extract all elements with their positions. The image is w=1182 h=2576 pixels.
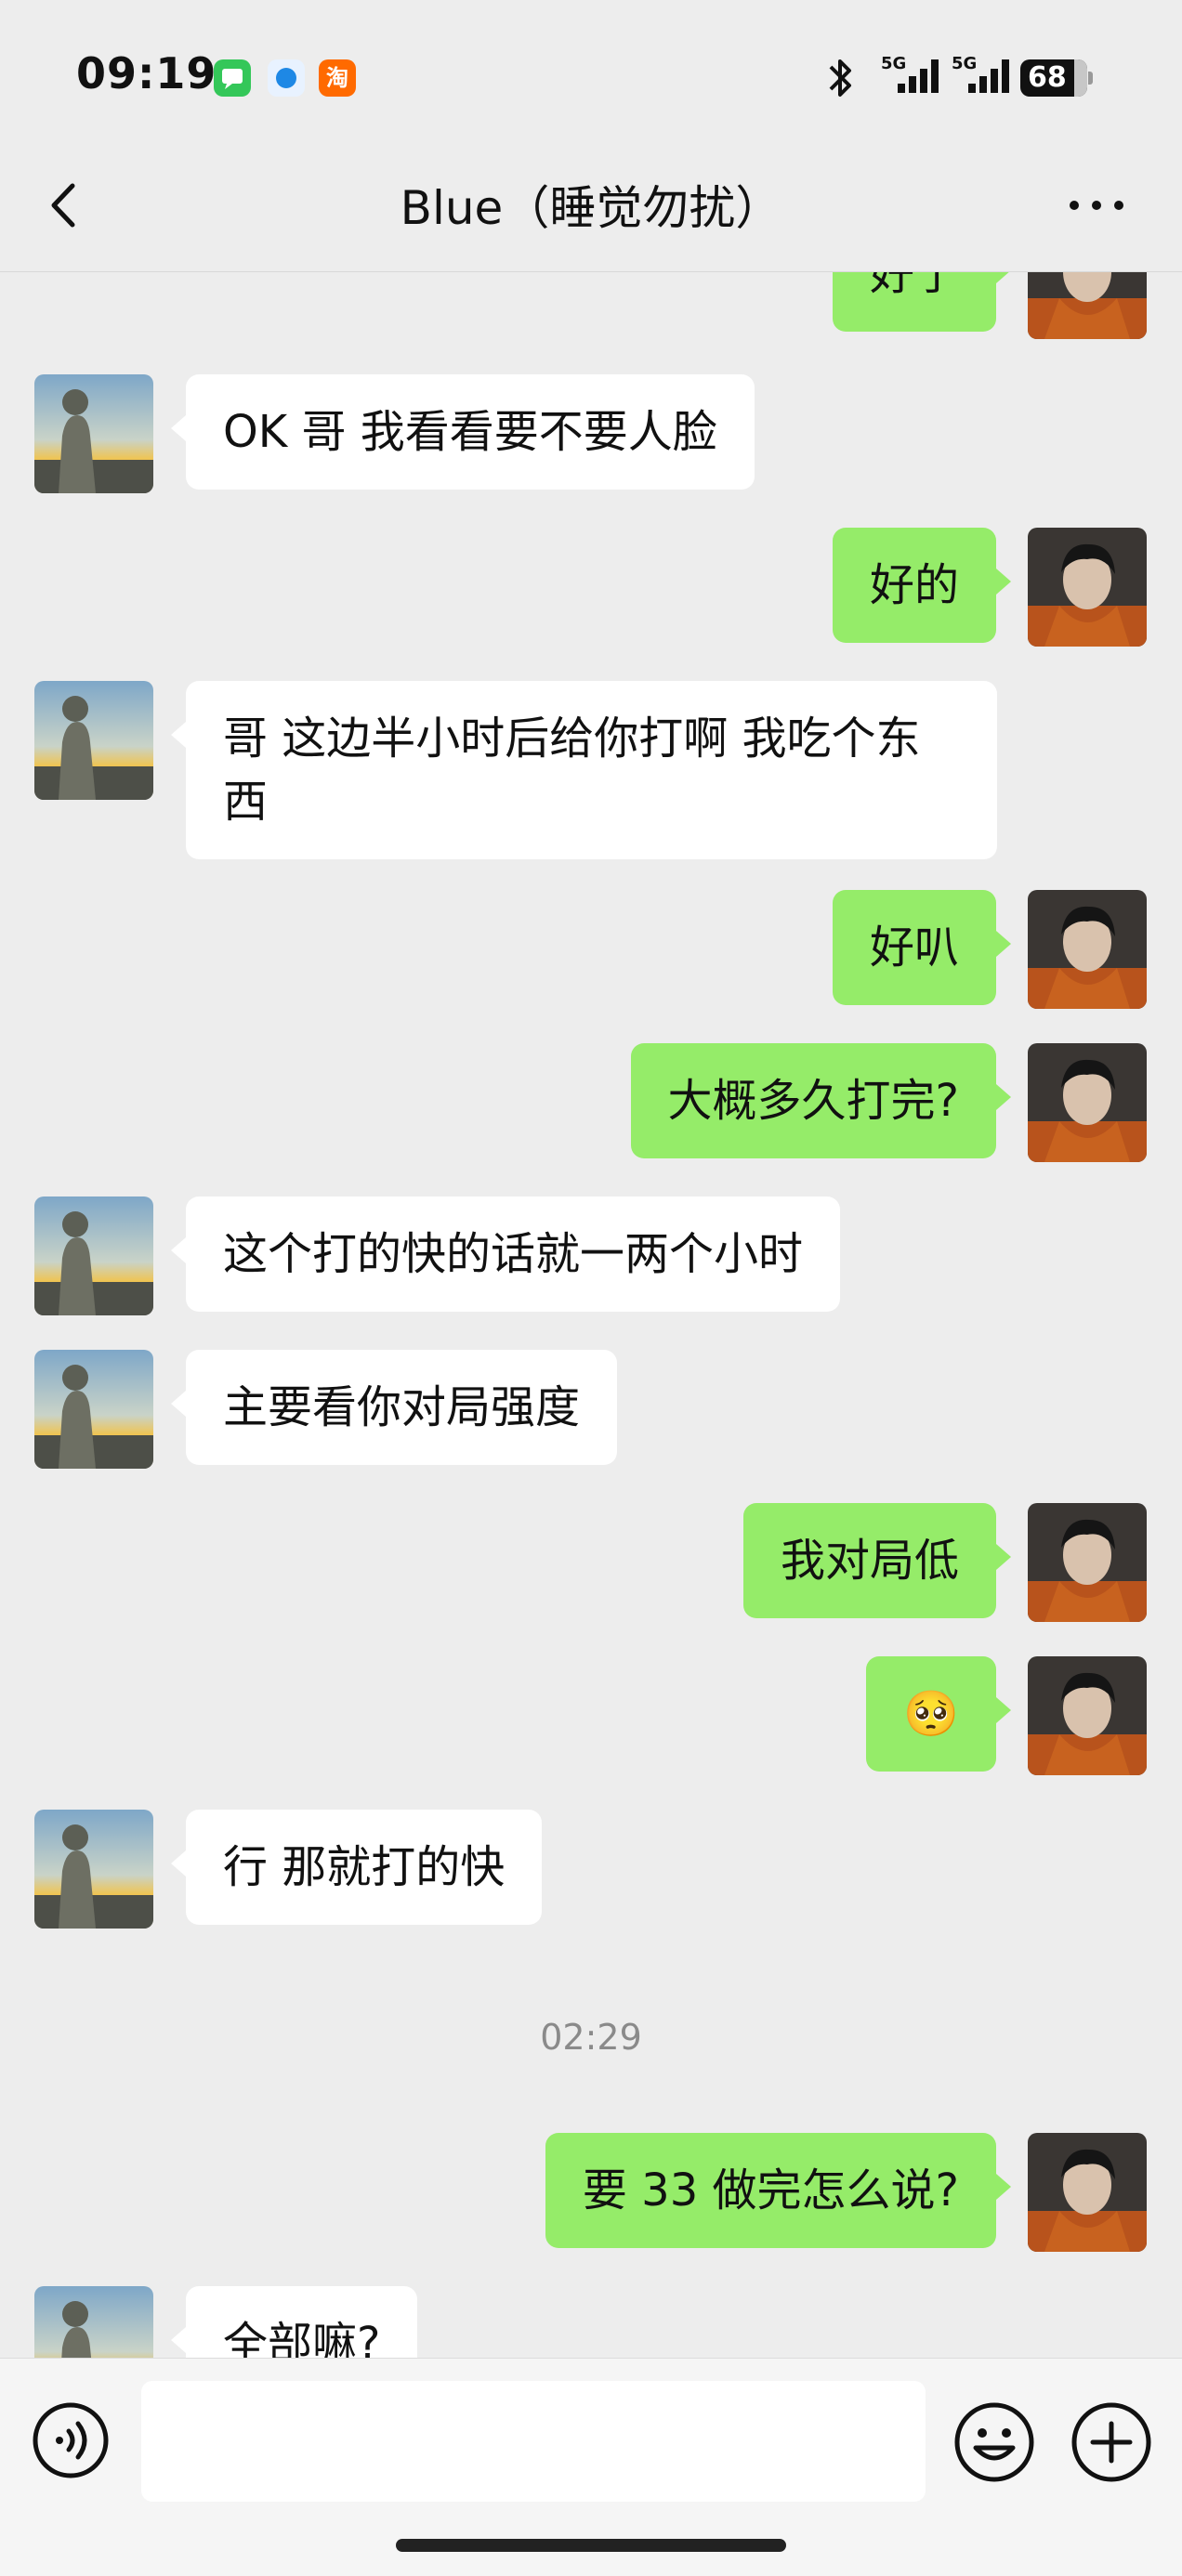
my-avatar[interactable] [1028,528,1147,647]
chat-title: Blue（睡觉勿扰） [400,181,782,235]
my-avatar[interactable] [1028,1503,1147,1622]
battery-level: 68 [1028,61,1067,94]
messages-icon [214,59,251,97]
bluetooth-icon [829,59,851,97]
message-bubble-outgoing[interactable]: 🥺 [866,1656,1011,1772]
message-input[interactable] [141,2381,926,2502]
network-type-label: 5G [881,54,907,73]
message-timestamp: 02:29 [540,2017,642,2058]
my-avatar[interactable] [1028,1656,1147,1775]
voice-icon[interactable] [30,2399,112,2481]
my-avatar[interactable] [1028,890,1147,1009]
message-bubble-incoming[interactable]: 这个打的快的话就一两个小时 [170,1196,841,1312]
message-bubble-incoming[interactable]: 哥 这边半小时后给你打啊 我吃个东西 [171,681,997,859]
more-options-icon[interactable] [1059,173,1134,238]
home-indicator[interactable] [396,2539,786,2552]
message-bubble-incoming[interactable]: OK 哥 我看看要不要人脸 [171,374,755,490]
contact-avatar[interactable] [34,1350,153,1469]
my-avatar[interactable] [1028,1043,1147,1162]
message-bubble-outgoing[interactable]: 大概多久打完? [630,1043,1012,1158]
message-bubble-outgoing[interactable]: 我对局低 [742,1503,1012,1618]
my-avatar[interactable] [1028,2133,1147,2252]
my-avatar[interactable] [1028,272,1147,339]
message-list[interactable]: 好了 OK 哥 我看看要不要人脸 好的 哥 这边半小时后给你打啊 我吃个东西 好… [0,272,1182,2358]
plus-icon[interactable] [1069,2399,1154,2485]
message-bubble-outgoing[interactable]: 好叭 [832,890,1012,1005]
network-type-label: 5G [952,54,978,73]
message-bubble-incoming[interactable]: 行 那就打的快 [170,1810,543,1925]
message-bubble-incoming[interactable]: 主要看你对局强度 [170,1350,618,1465]
emoji-icon[interactable] [952,2399,1037,2485]
contact-avatar[interactable] [34,1810,153,1929]
message-bubble-outgoing[interactable]: 好了 [832,272,1012,332]
contact-avatar[interactable] [34,2286,153,2358]
cellular-signal-icon: 5G [952,54,1009,97]
taobao-icon: 淘 [319,59,356,97]
message-bubble-outgoing[interactable]: 要 33 做完怎么说? [545,2133,1012,2248]
contact-avatar[interactable] [34,374,153,493]
chat-header: Blue（睡觉勿扰） [0,139,1182,272]
compass-icon [268,59,305,97]
pleading-face-emoji: 🥺 [903,1688,959,1740]
status-bar: 09:19 淘 5G 5G 68 [0,0,1182,139]
message-bubble-incoming[interactable]: 全部嘛? [170,2286,418,2358]
cellular-signal-icon: 5G [881,54,939,97]
contact-avatar[interactable] [34,1196,153,1315]
battery-icon: 68 [1020,59,1093,97]
status-time: 09:19 [76,48,217,98]
message-bubble-outgoing[interactable]: 好的 [832,528,1012,643]
contact-avatar[interactable] [34,681,153,800]
